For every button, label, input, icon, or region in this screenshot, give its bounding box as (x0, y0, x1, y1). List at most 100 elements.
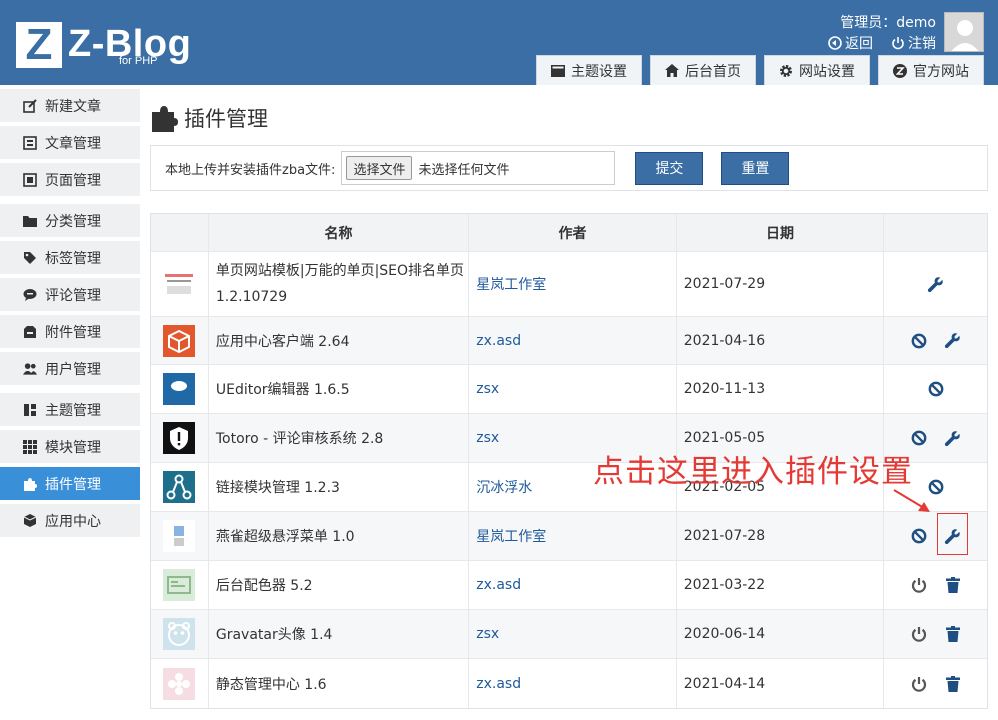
disable-icon[interactable] (927, 380, 945, 398)
sidebar-item-label: 附件管理 (45, 324, 101, 341)
sidebar-item-new-article[interactable]: 新建文章 (0, 89, 140, 122)
sidebar-item-user-manage[interactable]: 用户管理 (0, 352, 140, 385)
folder-icon (23, 214, 37, 228)
table-header: 名称 作者 日期 (151, 214, 987, 252)
single-page-icon (163, 268, 196, 300)
puzzle-icon (23, 477, 37, 491)
logout-link[interactable]: 注销 (891, 33, 936, 53)
plugin-name: Totoro - 评论审核系统 2.8 (215, 431, 384, 447)
sidebar-item-app-center[interactable]: 应用中心 (0, 504, 140, 537)
gravatar-icon (163, 618, 196, 650)
tab-official-site[interactable]: 官方网站 (878, 55, 984, 85)
page-title-text: 插件管理 (184, 107, 268, 131)
choose-file-button[interactable]: 选择文件 (346, 156, 413, 180)
file-input[interactable]: 选择文件 未选择任何文件 (341, 151, 616, 185)
page-title: 插件管理 (150, 103, 988, 133)
sidebar-item-category-manage[interactable]: 分类管理 (0, 204, 140, 237)
home-icon (665, 64, 679, 77)
column-header-name: 名称 (207, 214, 468, 251)
users-icon (23, 362, 37, 376)
trash-icon[interactable] (944, 675, 962, 693)
plugin-date: 2021-03-22 (683, 577, 766, 593)
sidebar-item-page-manage[interactable]: 页面管理 (0, 163, 140, 196)
avatar[interactable] (944, 12, 984, 52)
trash-icon[interactable] (944, 576, 962, 594)
trash-icon[interactable] (944, 625, 962, 643)
plugin-name: 静态管理中心 1.6 (215, 676, 327, 693)
table-row: UEditor编辑器 1.6.5 zsx 2020-11-13 (151, 365, 987, 414)
annotation-arrow-icon (893, 489, 930, 512)
submit-button[interactable]: 提交 (635, 151, 704, 185)
sidebar-item-label: 用户管理 (45, 361, 101, 378)
plugin-name: UEditor编辑器 1.6.5 (215, 382, 350, 398)
sidebar-item-label: 主题管理 (45, 402, 101, 419)
sidebar-item-module-manage[interactable]: 模块管理 (0, 430, 140, 463)
power-icon[interactable] (910, 675, 928, 693)
sidebar-item-theme-manage[interactable]: 主题管理 (0, 393, 140, 426)
wrench-icon[interactable] (944, 332, 962, 350)
plugin-author-link[interactable]: zsx (476, 626, 499, 642)
plugin-author-link[interactable]: zx.asd (476, 577, 521, 593)
page-icon (23, 172, 37, 187)
disable-icon[interactable] (910, 332, 928, 350)
tab-dashboard[interactable]: 后台首页 (650, 55, 756, 85)
back-link[interactable]: 返回 (828, 33, 873, 53)
upload-form: 本地上传并安装插件zba文件: 选择文件 未选择任何文件 提交 重置 (150, 145, 988, 191)
sidebar-item-label: 插件管理 (45, 476, 101, 493)
float-menu-icon (163, 520, 196, 552)
sidebar-item-article-manage[interactable]: 文章管理 (0, 126, 140, 159)
zblog-logo[interactable]: Z (16, 22, 62, 68)
tab-theme-settings[interactable]: 主题设置 (536, 55, 642, 85)
static-center-icon (163, 667, 196, 700)
wrench-icon[interactable] (944, 429, 962, 447)
sidebar-item-label: 模块管理 (45, 439, 101, 456)
table-row: Gravatar头像 1.4 zsx 2020-06-14 (151, 610, 987, 659)
plugin-author-link[interactable]: 星岚工作室 (476, 526, 546, 546)
disable-icon[interactable] (910, 429, 928, 447)
sidebar-item-plugin-manage[interactable]: 插件管理 (0, 467, 140, 500)
attachment-icon (23, 325, 37, 339)
tab-label: 主题设置 (571, 63, 627, 80)
zblog-icon (893, 63, 907, 78)
power-icon[interactable] (910, 625, 928, 643)
top-tabs: 主题设置 后台首页 网站设置 官方网站 (536, 55, 984, 85)
table-row: 静态管理中心 1.6 zx.asd 2021-04-14 (151, 659, 987, 708)
plugin-author-link[interactable]: zx.asd (476, 333, 521, 349)
plugin-name: Gravatar头像 1.4 (215, 627, 333, 643)
plugin-author-link[interactable]: 沉冰浮水 (476, 477, 532, 497)
back-label: 返回 (845, 36, 873, 52)
link-module-icon (163, 471, 196, 503)
reset-button[interactable]: 重置 (721, 151, 790, 185)
table-row: 应用中心客户端 2.64 zx.asd 2021-04-16 (151, 317, 987, 365)
sidebar-item-label: 页面管理 (45, 172, 101, 189)
tab-site-settings[interactable]: 网站设置 (764, 55, 870, 85)
ueditor-icon (163, 373, 196, 405)
main-content: 插件管理 本地上传并安装插件zba文件: 选择文件 未选择任何文件 提交 重置 … (150, 85, 988, 709)
article-icon (23, 135, 37, 150)
power-icon[interactable] (910, 576, 928, 594)
plugin-author-link[interactable]: zsx (476, 381, 499, 397)
column-header-author: 作者 (468, 214, 676, 251)
sidebar-item-comment-manage[interactable]: 评论管理 (0, 278, 140, 311)
plugin-date: 2021-07-28 (683, 528, 766, 544)
table-row: 单页网站模板|万能的单页|SEO排名单页 1.2.10729 星岚工作室 202… (151, 252, 987, 317)
disable-icon[interactable] (910, 527, 928, 545)
wrench-icon[interactable] (927, 275, 945, 293)
plugin-author-link[interactable]: zx.asd (476, 676, 521, 692)
plugin-name: 后台配色器 5.2 (215, 578, 313, 594)
sidebar-item-attachment-manage[interactable]: 附件管理 (0, 315, 140, 348)
color-picker-icon (163, 569, 196, 601)
comment-icon (23, 288, 37, 302)
sidebar-item-label: 标签管理 (45, 250, 101, 267)
tab-label: 官方网站 (913, 63, 969, 80)
plugin-author-link[interactable]: 星岚工作室 (476, 274, 546, 294)
user-avatar-icon (945, 13, 983, 51)
plugin-author-link[interactable]: zsx (476, 430, 499, 446)
theme-icon (551, 64, 565, 77)
table-row: 燕雀超级悬浮菜单 1.0 星岚工作室 2021-07-28 (151, 512, 987, 561)
tab-label: 后台首页 (685, 63, 741, 80)
app-center-icon (163, 324, 196, 357)
sidebar-item-tag-manage[interactable]: 标签管理 (0, 241, 140, 274)
column-header-date: 日期 (675, 214, 884, 251)
plugin-date: 2021-07-29 (683, 276, 766, 292)
